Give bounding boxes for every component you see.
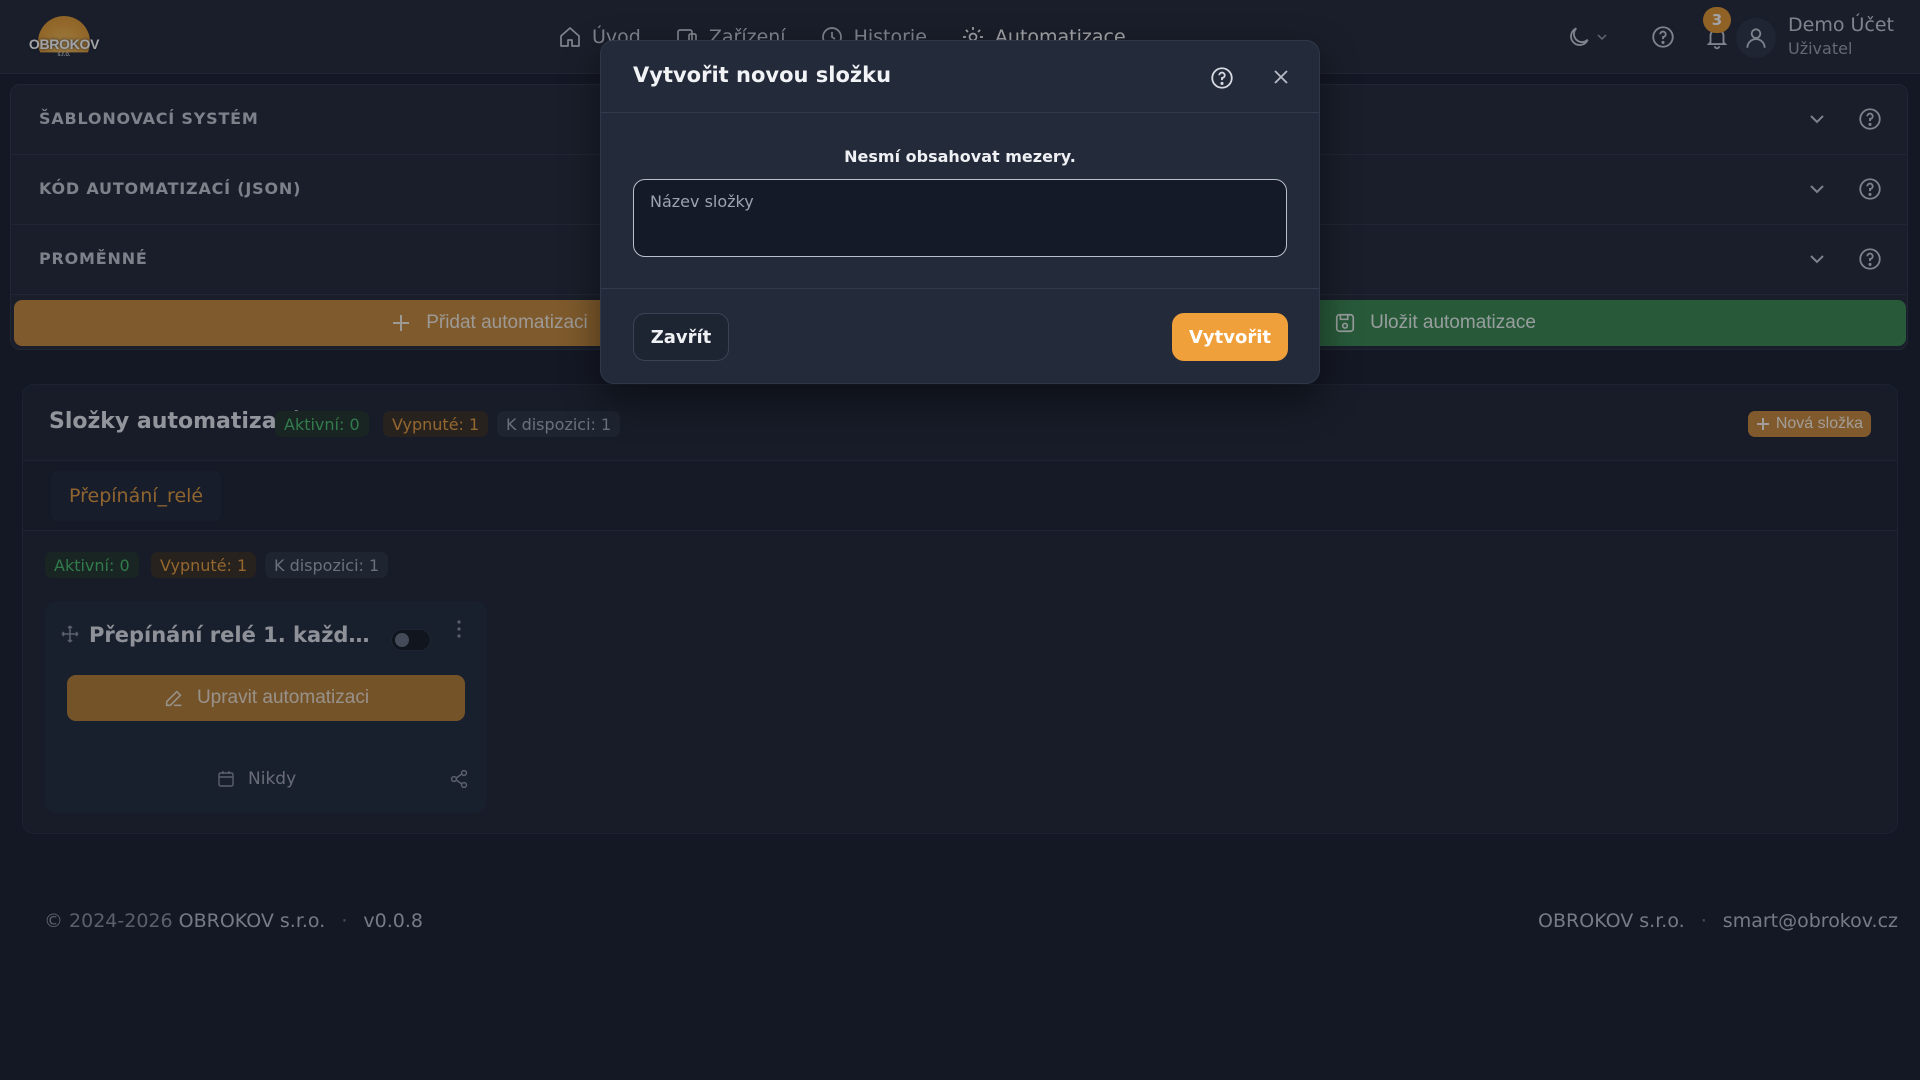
modal-header: Vytvořit novou složku <box>601 41 1319 113</box>
modal-body: Nesmí obsahovat mezery. <box>601 113 1319 289</box>
close-icon[interactable] <box>1269 65 1293 89</box>
create-button[interactable]: Vytvořit <box>1172 313 1288 361</box>
help-icon[interactable] <box>1209 65 1235 91</box>
create-folder-modal: Vytvořit novou složku Nesmí obsahovat me… <box>600 40 1320 384</box>
modal-title: Vytvořit novou složku <box>633 63 892 87</box>
close-button[interactable]: Zavřít <box>633 313 729 361</box>
folder-name-hint: Nesmí obsahovat mezery. <box>844 147 1076 166</box>
folder-name-input[interactable] <box>633 179 1287 257</box>
